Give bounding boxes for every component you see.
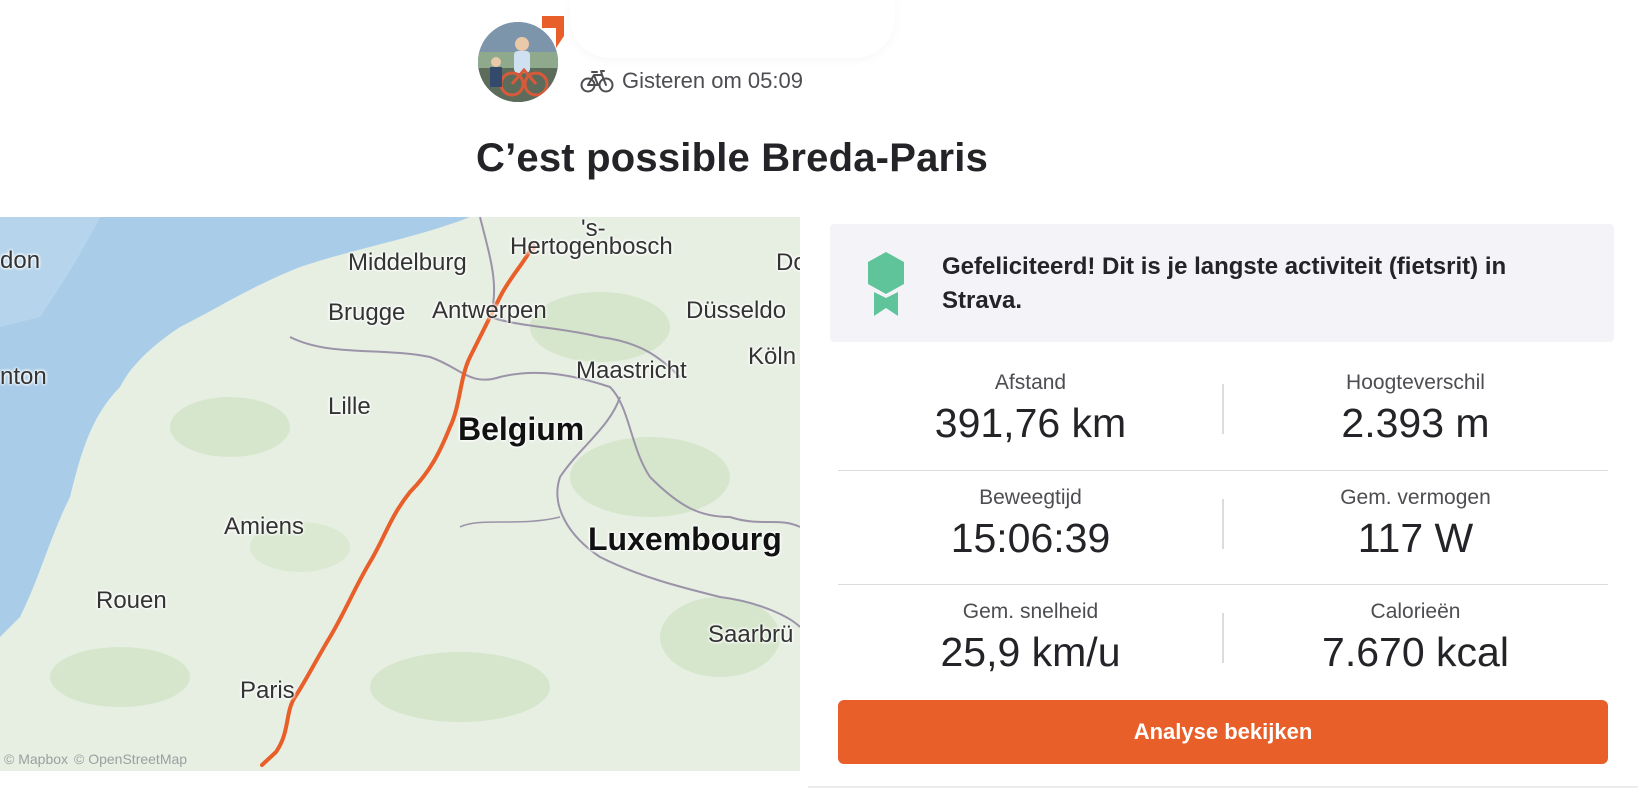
map-label-lille: Lille xyxy=(328,393,371,420)
stat-value: 25,9 km/u xyxy=(940,629,1121,675)
stat-value: 2.393 m xyxy=(1341,400,1490,446)
map-label-rouen: Rouen xyxy=(96,587,167,614)
stat-value: 117 W xyxy=(1357,515,1474,561)
map-label-london: don xyxy=(0,247,41,274)
activity-meta: Gisteren om 05:09 xyxy=(580,66,803,96)
stat-label: Gem. snelheid xyxy=(962,600,1099,623)
stat-value: 15:06:39 xyxy=(950,515,1111,561)
achievement-banner: Gefeliciteerd! Dit is je langste activit… xyxy=(830,224,1614,342)
map-label-belgium: Belgium xyxy=(458,411,585,447)
stat-calories: Calorieën 7.670 kcal xyxy=(1223,599,1608,677)
analyse-button[interactable]: Analyse bekijken xyxy=(838,700,1608,764)
stat-elevation: Hoogteverschil 2.393 m xyxy=(1223,370,1608,448)
stat-label: Hoogteverschil xyxy=(1346,371,1485,394)
stat-distance: Afstand 391,76 km xyxy=(838,370,1223,448)
stat-moving-time: Beweegtijd 15:06:39 xyxy=(838,485,1223,563)
map-label-saarbrucken: Saarbrü xyxy=(708,621,794,648)
map-label-dusseldorf: Düsseldo xyxy=(686,297,787,324)
medal-icon xyxy=(868,252,904,316)
map-label-antwerpen: Antwerpen xyxy=(432,297,547,324)
stat-label: Gem. vermogen xyxy=(1340,486,1491,509)
map-label-maastricht: Maastricht xyxy=(576,357,687,384)
stats-row: Afstand 391,76 km Hoogteverschil 2.393 m xyxy=(838,356,1608,468)
stat-label: Calorieën xyxy=(1370,600,1461,623)
map-label-amiens: Amiens xyxy=(224,513,305,540)
athlete-name-redacted xyxy=(570,0,895,58)
map-label-brugge: Brugge xyxy=(328,299,406,326)
stat-avg-power: Gem. vermogen 117 W xyxy=(1223,485,1608,563)
achievement-message: Gefeliciteerd! Dit is je langste activit… xyxy=(942,253,1507,314)
map-label-koln: Köln xyxy=(748,343,797,370)
stat-label: Afstand xyxy=(994,371,1067,394)
stat-value: 7.670 kcal xyxy=(1322,629,1509,675)
osm-attribution[interactable]: © OpenStreetMap xyxy=(74,751,187,767)
map-label-nton: nton xyxy=(0,363,47,390)
stat-avg-speed: Gem. snelheid 25,9 km/u xyxy=(838,599,1223,677)
activity-timestamp: Gisteren om 05:09 xyxy=(622,68,803,93)
map-label-middelburg: Middelburg xyxy=(348,249,467,276)
map-label-luxembourg: Luxembourg xyxy=(588,521,782,557)
route-map[interactable]: 's- Hertogenbosch don Middelburg Do Brug… xyxy=(0,217,800,771)
stat-label: Beweegtijd xyxy=(979,486,1082,509)
activity-title[interactable]: C’est possible Breda-Paris xyxy=(476,136,988,181)
map-label-hertogenbosch: Hertogenbosch xyxy=(510,233,673,260)
mapbox-attribution[interactable]: © Mapbox xyxy=(4,751,68,767)
stats-grid: Afstand 391,76 km Hoogteverschil 2.393 m… xyxy=(838,356,1608,692)
bike-icon xyxy=(580,70,614,93)
map-attribution: © Mapbox © OpenStreetMap xyxy=(4,751,187,767)
stats-row: Gem. snelheid 25,9 km/u Calorieën 7.670 … xyxy=(838,584,1608,697)
stat-value: 391,76 km xyxy=(934,400,1127,446)
map-label-paris: Paris xyxy=(240,677,295,704)
subscriber-badge-icon xyxy=(542,16,564,48)
map-label-do: Do xyxy=(776,249,800,276)
stats-row: Beweegtijd 15:06:39 Gem. vermogen 117 W xyxy=(838,470,1608,583)
